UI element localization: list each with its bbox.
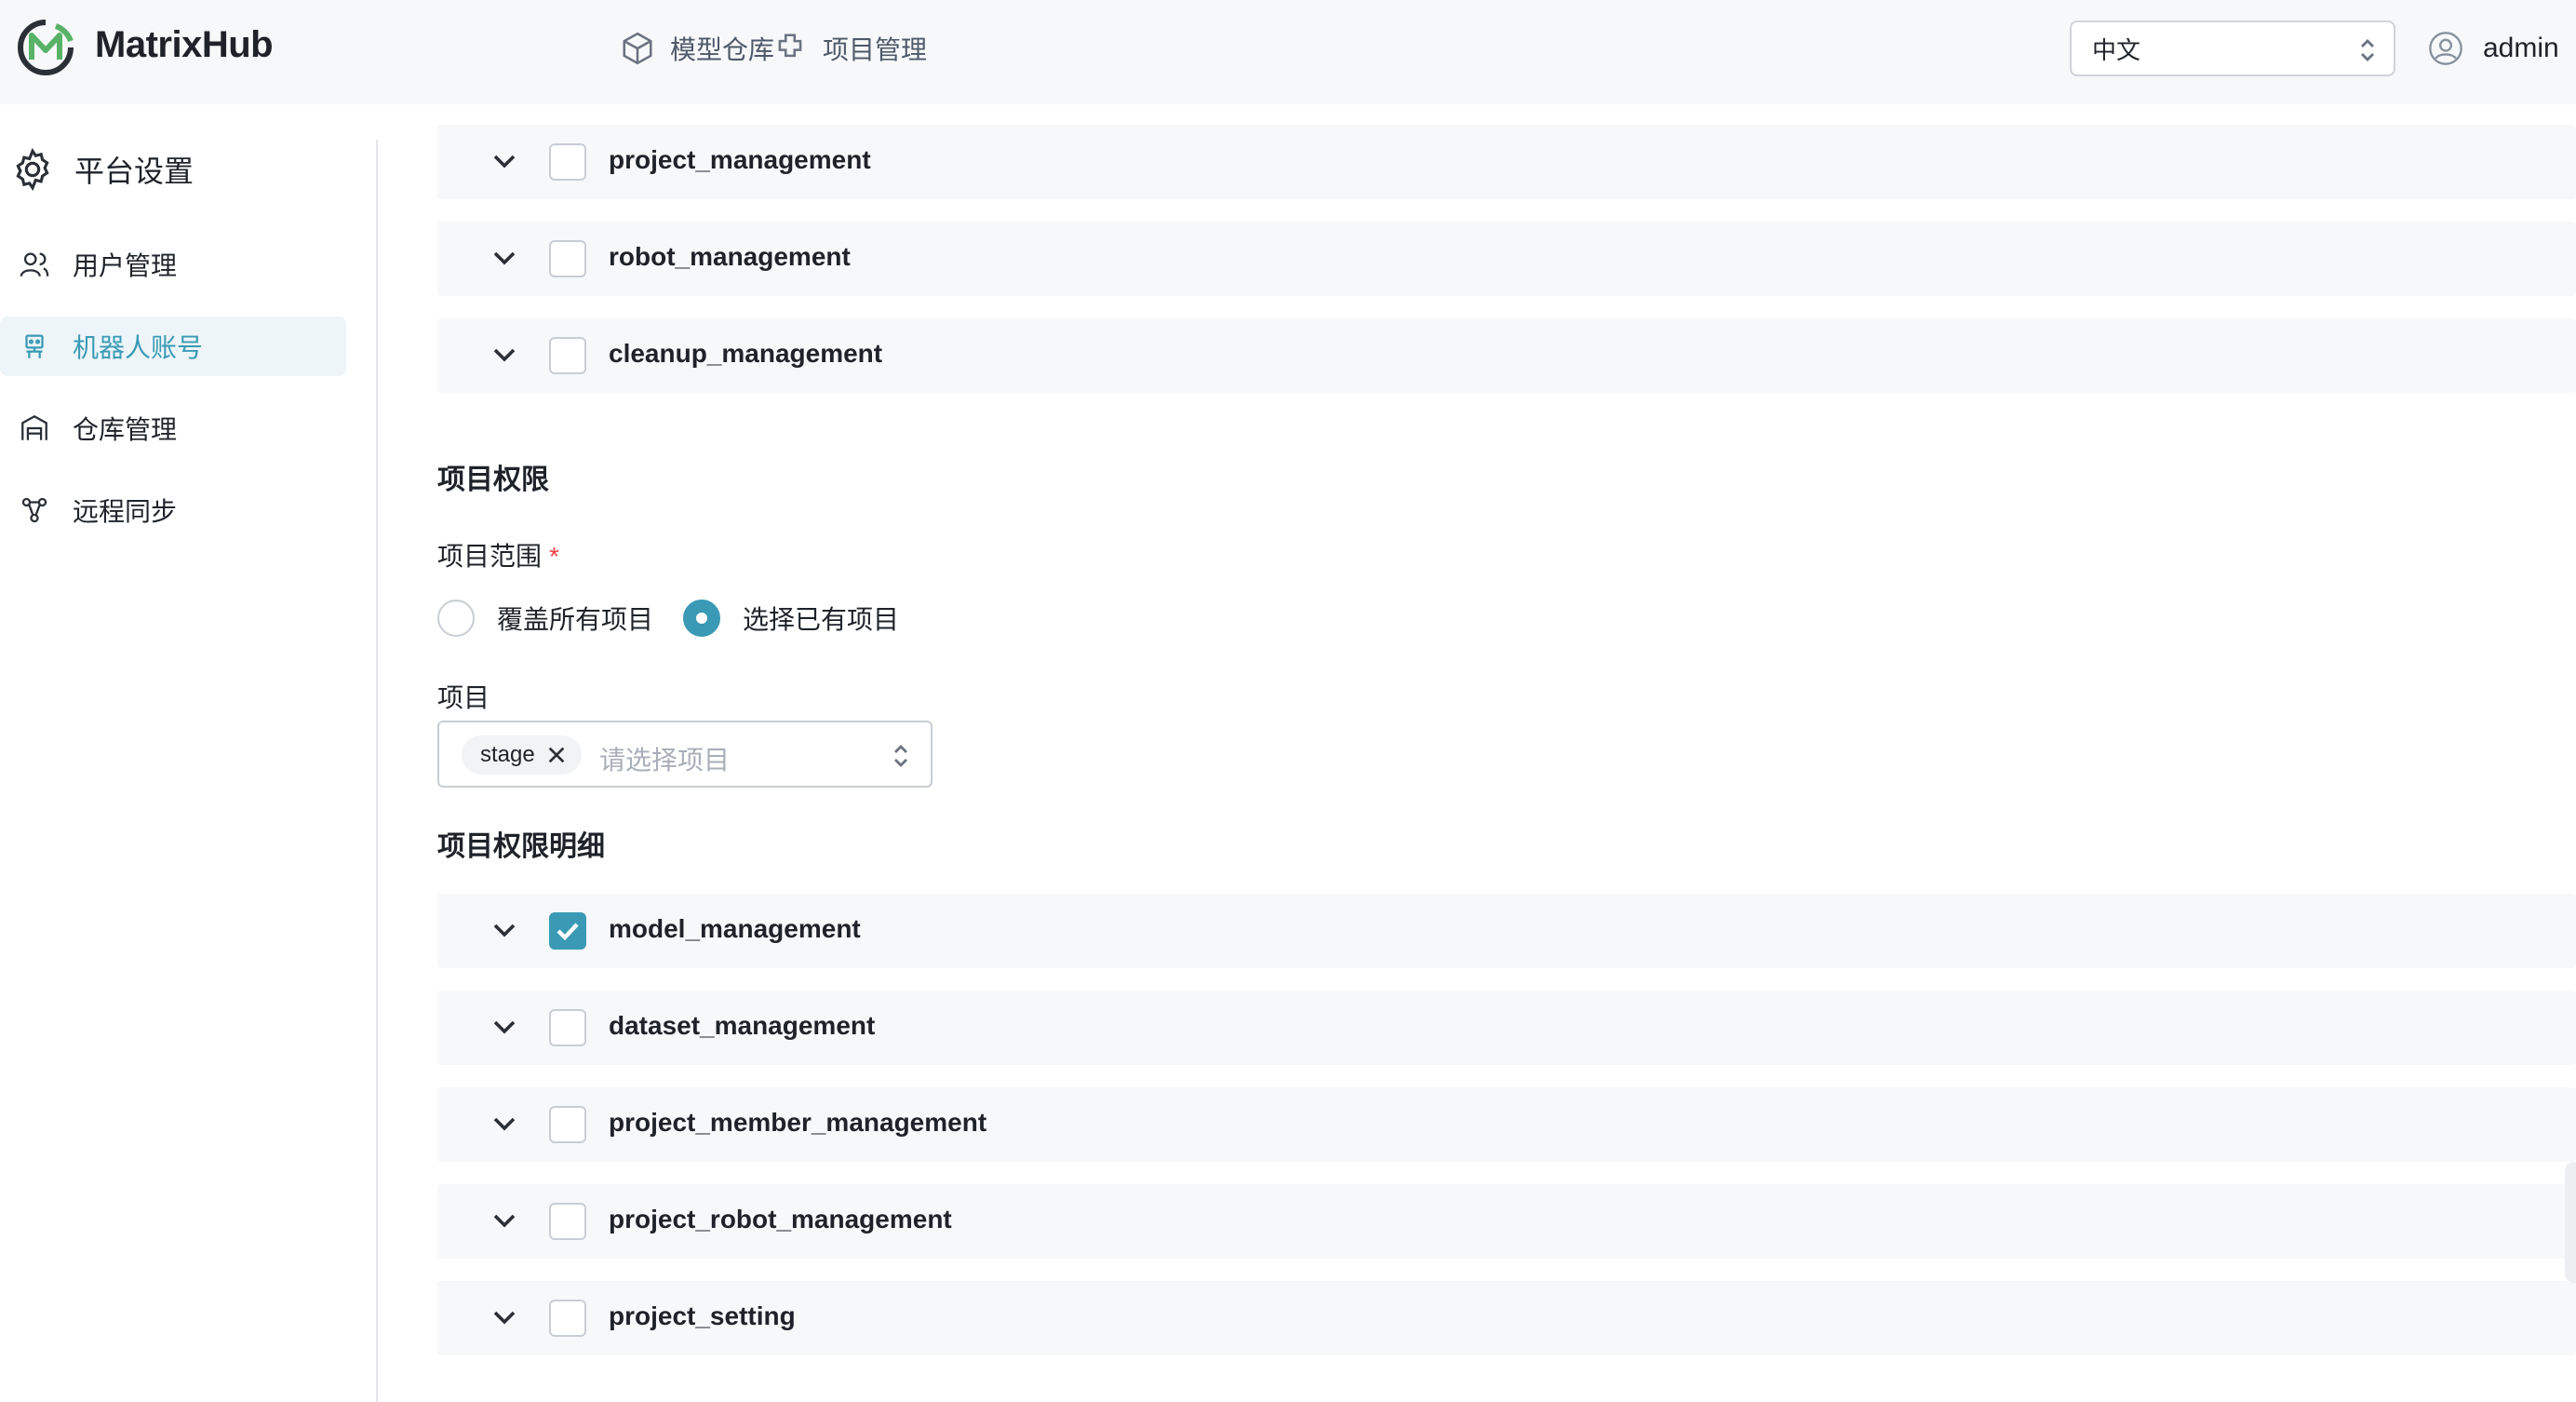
warehouse-icon <box>21 414 47 440</box>
sidebar-item-remote-sync[interactable]: 远程同步 <box>0 480 346 540</box>
perm-checkbox[interactable] <box>549 337 586 374</box>
radio-existing-projects[interactable]: 选择已有项目 <box>683 600 899 637</box>
nav-project-management-label: 项目管理 <box>823 35 928 64</box>
perm-label: cleanup_management <box>609 339 883 368</box>
brand-name[interactable]: MatrixHub <box>95 24 274 66</box>
project-field-label: 项目 <box>437 683 490 712</box>
perm-row-project-robot-management[interactable]: project_robot_management <box>437 1184 2576 1259</box>
perm-label: project_setting <box>609 1301 796 1330</box>
perm-checkbox[interactable] <box>549 1009 586 1046</box>
required-marker: * <box>549 542 559 571</box>
project-select-placeholder: 请选择项目 <box>599 746 731 775</box>
chevron-down-icon[interactable] <box>491 1210 517 1233</box>
project-scope-radio-group: 覆盖所有项目 选择已有项目 <box>437 598 929 639</box>
sidebar-item-robot-accounts[interactable]: 机器人账号 <box>0 317 346 376</box>
perm-checkbox[interactable] <box>549 240 586 277</box>
project-permission-details-title: 项目权限明细 <box>437 831 605 862</box>
chevron-down-icon[interactable] <box>491 344 517 367</box>
nav-model-repo-label: 模型仓库 <box>670 35 775 64</box>
robot-icon <box>25 334 44 358</box>
project-permissions-title: 项目权限 <box>437 465 549 495</box>
gear-icon <box>16 147 49 192</box>
perm-row-cleanup-management[interactable]: cleanup_management <box>437 318 2576 393</box>
perm-row-project-member-management[interactable]: project_member_management <box>437 1087 2576 1162</box>
sync-icon <box>21 497 47 523</box>
chevron-down-icon[interactable] <box>491 920 517 942</box>
sidebar <box>0 104 376 1402</box>
chevron-down-icon[interactable] <box>491 248 517 270</box>
nav-model-repo[interactable]: 模型仓库 <box>620 28 774 69</box>
perm-row-project-management[interactable]: project_management <box>437 125 2576 199</box>
sidebar-title-label: 平台设置 <box>74 155 195 188</box>
puzzle-icon <box>778 34 802 58</box>
perm-checkbox[interactable] <box>549 1203 586 1240</box>
perm-checkbox-checked[interactable] <box>549 912 586 950</box>
perm-label: project_member_management <box>609 1108 987 1137</box>
perm-label: dataset_management <box>609 1011 876 1040</box>
language-value: 中文 <box>2092 35 2141 64</box>
chevron-updown-icon <box>2361 39 2374 61</box>
chevron-down-icon[interactable] <box>491 1307 517 1329</box>
perm-checkbox[interactable] <box>549 1300 586 1337</box>
nav-project-management[interactable]: 项目管理 <box>772 28 927 69</box>
perm-label: model_management <box>609 914 861 943</box>
sidebar-item-label: 远程同步 <box>73 497 178 526</box>
perm-label: robot_management <box>609 242 851 271</box>
user-name: admin <box>2483 33 2559 63</box>
sidebar-item-label: 用户管理 <box>73 251 178 280</box>
project-tag-label: stage <box>480 742 535 767</box>
perm-row-robot-management[interactable]: robot_management <box>437 222 2576 296</box>
chevron-down-icon[interactable] <box>491 1017 517 1039</box>
perm-row-dataset-management[interactable]: dataset_management <box>437 991 2576 1065</box>
perm-label: project_robot_management <box>609 1205 952 1233</box>
sidebar-title: 平台设置 <box>9 145 194 194</box>
user-menu[interactable]: admin <box>2427 28 2559 69</box>
cube-icon <box>623 32 652 65</box>
top-bar: MatrixHub 模型仓库 项目管理 中文 admin <box>0 0 2576 104</box>
perm-row-project-setting[interactable]: project_setting <box>437 1281 2576 1355</box>
project-scope-label-text: 项目范围 <box>437 542 543 571</box>
user-avatar-icon <box>2429 32 2462 65</box>
radio-label: 选择已有项目 <box>743 605 900 634</box>
radio-label: 覆盖所有项目 <box>497 605 654 634</box>
sidebar-divider <box>376 140 378 1402</box>
radio-dot-selected[interactable] <box>683 600 721 637</box>
project-select[interactable]: stage 请选择项目 <box>437 721 932 788</box>
users-icon <box>20 252 49 277</box>
perm-label: project_management <box>609 145 871 174</box>
sidebar-item-label: 机器人账号 <box>73 333 204 362</box>
sidebar-item-label: 仓库管理 <box>73 415 178 444</box>
project-tag: stage <box>462 735 582 775</box>
sidebar-item-users[interactable]: 用户管理 <box>0 235 346 294</box>
matrixhub-logo-icon[interactable] <box>15 17 76 82</box>
chevron-down-icon[interactable] <box>491 1113 517 1136</box>
perm-row-model-management[interactable]: model_management <box>437 894 2576 968</box>
perm-checkbox[interactable] <box>549 143 586 181</box>
chevron-down-icon[interactable] <box>491 151 517 173</box>
check-icon <box>557 923 579 941</box>
language-select[interactable]: 中文 <box>2070 20 2395 76</box>
sidebar-item-warehouse[interactable]: 仓库管理 <box>0 398 346 458</box>
close-icon[interactable] <box>546 745 567 765</box>
chevron-updown-icon <box>894 745 907 767</box>
scroll-handle[interactable] <box>2565 1162 2576 1283</box>
radio-all-projects[interactable]: 覆盖所有项目 <box>437 600 653 637</box>
radio-dot[interactable] <box>437 600 475 637</box>
project-scope-label: 项目范围 * <box>437 536 559 573</box>
perm-checkbox[interactable] <box>549 1106 586 1143</box>
